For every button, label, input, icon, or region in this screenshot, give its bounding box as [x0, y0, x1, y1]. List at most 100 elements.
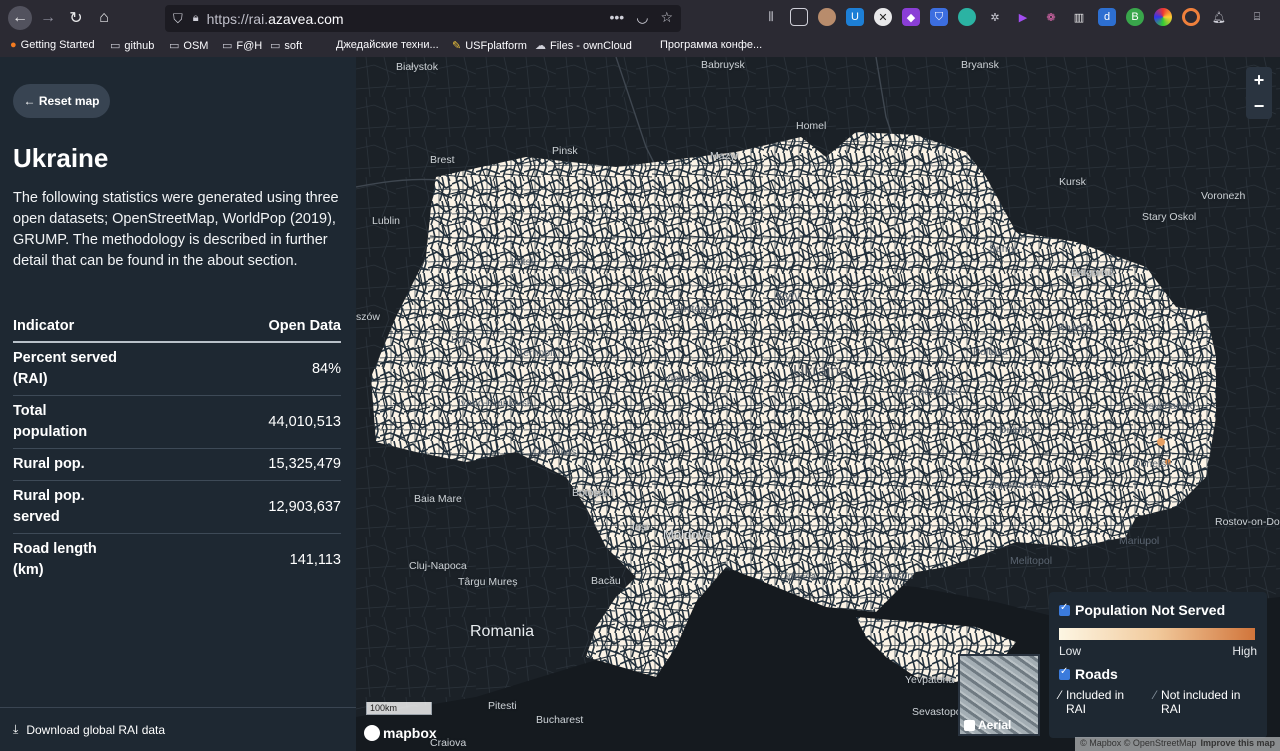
mapbox-logo[interactable]: mapbox — [364, 725, 437, 741]
aerial-label: Aerial — [978, 718, 1012, 732]
row-label: Percent served (RAI) — [13, 342, 123, 396]
map-legend: Population Not Served Low High Roads ⁄ I… — [1049, 592, 1267, 738]
included-label: Included in RAI — [1066, 688, 1125, 716]
home-icon: ⌂ — [99, 9, 109, 26]
url-text[interactable]: https://rai.azavea.com — [207, 11, 344, 27]
arrow-left-icon: ← — [12, 9, 28, 26]
avatar-icon[interactable] — [818, 8, 836, 26]
bookmark-item[interactable]: ● Getting Started — [10, 39, 95, 51]
city-label: Mariupol — [1119, 535, 1160, 547]
city-label: Kharkiv — [1058, 322, 1094, 334]
map-canvas[interactable]: Białystok Babruysk Bryansk Homel Brest P… — [356, 57, 1280, 751]
table-row: Total population 44,010,513 — [13, 395, 341, 449]
population-layer-toggle[interactable]: Population Not Served — [1059, 602, 1257, 618]
zoom-out-button[interactable]: − — [1246, 93, 1272, 119]
pocket-icon[interactable]: ◡ — [636, 9, 648, 26]
piano-icon[interactable]: ▥ — [1070, 8, 1088, 26]
roads-checkbox[interactable] — [1059, 666, 1070, 680]
city-label: Białystok — [396, 61, 439, 73]
reload-button[interactable]: ↻ — [64, 6, 88, 30]
city-label: Lutsk — [511, 256, 537, 268]
road-white-icon: ⁄ — [1059, 688, 1062, 702]
bookmark-item[interactable]: ▭ F@H — [222, 39, 262, 53]
extension-u-icon[interactable]: U — [846, 8, 864, 26]
extension-teal-icon[interactable] — [958, 8, 976, 26]
improve-map-link[interactable]: Improve this map — [1200, 738, 1275, 750]
city-label: Sumy — [989, 243, 1016, 255]
folder-icon: ▭ — [270, 40, 281, 52]
zoom-controls: + − — [1246, 67, 1272, 119]
gradient-low-label: Low — [1059, 644, 1082, 658]
library-icon[interactable]: ⫼ — [762, 8, 780, 26]
menu-icon[interactable]: ≡ — [1276, 8, 1280, 26]
star-icon[interactable]: ☆ — [660, 9, 673, 26]
country-label: Romania — [470, 623, 535, 640]
bookmark-item[interactable]: Джедайские техни... — [336, 39, 439, 51]
shield-icon[interactable]: ⛉ — [173, 11, 183, 27]
download-link[interactable]: ⤓ Download global RAI data — [0, 707, 356, 751]
aerial-toggle[interactable]: Aerial — [958, 654, 1040, 736]
extension-b-icon[interactable]: B — [1126, 8, 1144, 26]
city-label: Odessa — [780, 571, 817, 583]
road-dark-icon: ⁄ — [1154, 688, 1157, 702]
extension-ring-icon[interactable] — [1182, 8, 1200, 26]
zoom-in-button[interactable]: + — [1246, 67, 1272, 93]
country-label: Moldova — [663, 527, 713, 542]
table-header-row: Indicator Open Data — [13, 315, 341, 343]
extension-color-icon[interactable] — [1154, 8, 1172, 26]
extension-purple-icon[interactable]: ◆ — [902, 8, 920, 26]
back-button[interactable]: ← — [8, 6, 32, 30]
city-label: Iași — [632, 521, 649, 533]
scale-bar: 100km — [366, 702, 432, 715]
sidebar-icon[interactable] — [790, 8, 808, 26]
gear-icon[interactable]: ✲ — [986, 8, 1004, 26]
roads-layer-toggle[interactable]: Roads — [1059, 666, 1257, 682]
bell-icon[interactable]: 🔔︎ — [1210, 8, 1228, 26]
city-label: Poltava — [973, 346, 1009, 358]
row-value: 84% — [123, 342, 341, 396]
city-label: Kyiv — [776, 288, 801, 303]
play-icon[interactable]: ▶ — [1014, 8, 1032, 26]
row-value: 12,903,637 — [123, 480, 341, 534]
gift-icon[interactable]: ⌸ — [1248, 8, 1266, 26]
city-label: Ivano-Frankivsk — [458, 397, 533, 409]
browser-chrome: ← → ↻ ⌂ ⛉ 🔒︎ https://rai.azavea.com ••• … — [0, 0, 1280, 57]
population-title: Population Not Served — [1075, 602, 1226, 618]
bitwarden-icon[interactable]: ⛉ — [930, 8, 948, 26]
city-label: Brest — [430, 154, 455, 166]
home-button[interactable]: ⌂ — [92, 6, 116, 30]
stats-table: Indicator Open Data Percent served (RAI)… — [13, 315, 341, 586]
extension-x-icon[interactable]: ✕ — [874, 8, 892, 26]
city-label: Bacău — [591, 575, 621, 587]
map-attribution[interactable]: © Mapbox © OpenStreetMap Improve this ma… — [1075, 737, 1280, 751]
row-label: Rural pop. — [13, 448, 123, 481]
table-row: Percent served (RAI) 84% — [13, 342, 341, 396]
folder-icon: ▭ — [222, 40, 233, 52]
bookmark-item[interactable]: ☁ Files - ownCloud — [535, 39, 632, 53]
bookmark-item[interactable]: Программа конфе... — [660, 39, 762, 51]
city-label: Pinsk — [552, 145, 578, 157]
population-checkbox[interactable] — [1059, 602, 1070, 616]
extension-d-icon[interactable]: d — [1098, 8, 1116, 26]
extension-swirl-icon[interactable]: ❁ — [1042, 8, 1060, 26]
lock-icon: 🔒︎ — [192, 12, 199, 24]
bookmark-item[interactable]: ▭ github — [110, 39, 154, 53]
city-label: Belgorod — [1071, 267, 1114, 279]
city-label: Sevastopol — [912, 706, 964, 718]
country-title: Ukraine — [13, 143, 109, 173]
city-label: Pitesti — [488, 700, 517, 712]
bookmark-item[interactable]: ▭ soft — [270, 39, 302, 53]
city-label: Donetsk — [1133, 458, 1172, 470]
row-value: 44,010,513 — [123, 395, 341, 449]
cloud-icon: ☁ — [535, 40, 546, 52]
bookmark-item[interactable]: ▭ OSM — [169, 39, 208, 53]
city-label: Homel — [796, 120, 827, 132]
sidebar: ← Reset map Ukraine The following statis… — [0, 57, 356, 751]
url-bar[interactable]: ⛉ 🔒︎ https://rai.azavea.com ••• ◡ ☆ — [165, 5, 681, 32]
aerial-checkbox[interactable] — [964, 719, 975, 731]
bookmark-item[interactable]: ✎ USFplatform — [452, 39, 527, 53]
more-actions-icon[interactable]: ••• — [610, 9, 625, 26]
row-label: Road length (km) — [13, 541, 97, 578]
reset-map-button[interactable]: ← Reset map — [13, 84, 110, 118]
forward-button[interactable]: → — [36, 6, 60, 30]
